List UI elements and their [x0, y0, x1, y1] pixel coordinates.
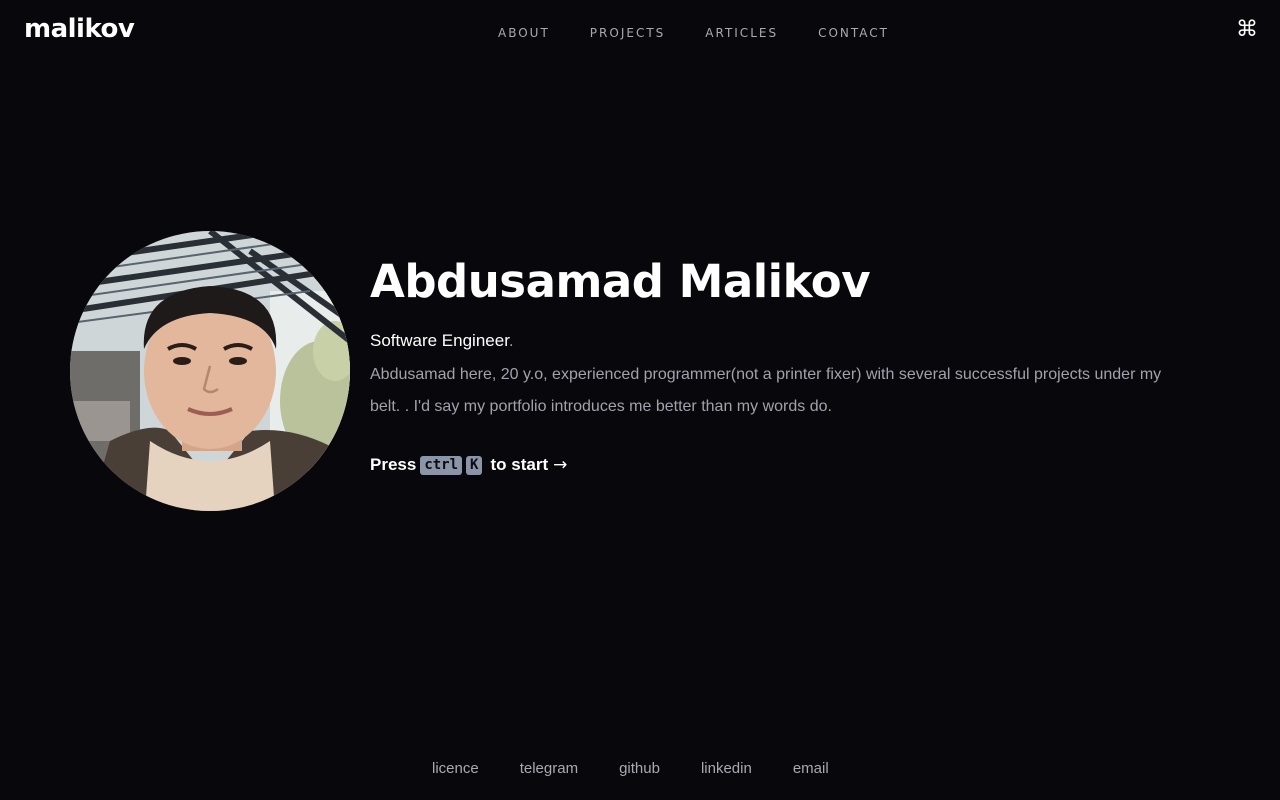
command-icon: ⌘ — [1236, 16, 1258, 42]
footer-link-linkedin[interactable]: linkedin — [701, 760, 752, 777]
hero-text: Abdusamad Malikov Software Engineer. Abd… — [370, 252, 1190, 475]
press-label: Press — [370, 455, 417, 474]
footer-links: licence telegram github linkedin email — [432, 760, 870, 777]
nav-articles[interactable]: ARTICLES — [705, 26, 778, 40]
nav-contact[interactable]: CONTACT — [818, 26, 889, 40]
bio-text: Abdusamad here, 20 y.o, experienced prog… — [370, 366, 1162, 415]
avatar — [70, 231, 350, 511]
role-line: Software Engineer. — [370, 329, 1190, 353]
key-k: K — [466, 455, 483, 475]
command-palette-button[interactable]: ⌘ — [1236, 16, 1258, 42]
shortcut-hint[interactable]: Press ctrl K to start → — [370, 455, 1190, 475]
arrow-right-icon: → — [553, 455, 568, 475]
footer-link-github[interactable]: github — [619, 760, 660, 777]
logo-link[interactable]: malikov — [24, 14, 135, 44]
key-ctrl: ctrl — [420, 455, 463, 475]
to-start-label: to start — [490, 455, 549, 474]
nav-about[interactable]: ABOUT — [498, 26, 550, 40]
role-suffix: . — [508, 331, 514, 350]
hero-name: Abdusamad Malikov — [370, 255, 871, 308]
footer-link-licence[interactable]: licence — [432, 760, 479, 777]
page: malikov ABOUT PROJECTS ARTICLES CONTACT … — [0, 0, 1280, 800]
footer-link-email[interactable]: email — [793, 760, 829, 777]
avatar-photo — [70, 231, 350, 511]
main-nav: ABOUT PROJECTS ARTICLES CONTACT — [498, 26, 929, 40]
nav-projects[interactable]: PROJECTS — [590, 26, 665, 40]
footer-link-telegram[interactable]: telegram — [520, 760, 578, 777]
role-title: Software Engineer — [370, 331, 509, 350]
